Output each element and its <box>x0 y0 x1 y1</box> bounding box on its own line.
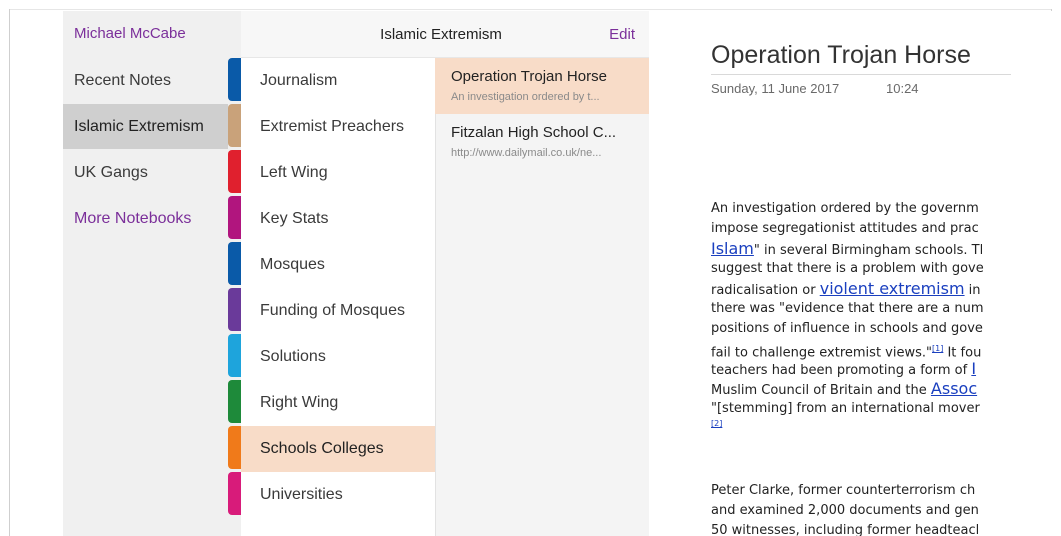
note-canvas[interactable]: Operation Trojan Horse Sunday, 11 June 2… <box>649 11 1052 536</box>
text-line: Muslim Council of Britain and the Assoc <box>711 379 984 399</box>
section-solutions[interactable]: Solutions <box>241 334 435 380</box>
notebooks-panel: Michael McCabe Recent Notes Islamic Extr… <box>63 11 241 536</box>
text-fragment: " in several Birmingham schools. Tl <box>753 243 984 258</box>
text-line: Peter Clarke, former counterterrorism ch <box>711 483 976 498</box>
note-paragraph[interactable]: An investigation ordered by the governm … <box>711 199 984 433</box>
section-mosques[interactable]: Mosques <box>241 242 435 288</box>
sections-header: Islamic Extremism Edit <box>241 11 649 58</box>
note-date: Sunday, 11 June 2017 <box>711 81 840 96</box>
edit-button[interactable]: Edit <box>609 26 635 43</box>
section-tab-color[interactable] <box>228 150 241 193</box>
notebook-recent-notes[interactable]: Recent Notes <box>63 58 228 103</box>
notebook-title: Islamic Extremism <box>380 26 502 43</box>
text-line: radicalisation or violent extremism in <box>711 279 984 299</box>
section-tab-color[interactable] <box>228 472 241 515</box>
text-line: positions of influence in schools and go… <box>711 321 983 336</box>
section-right-wing[interactable]: Right Wing <box>241 380 435 426</box>
page-item[interactable]: Fitzalan High School C... http://www.dai… <box>435 114 649 170</box>
text-fragment: teachers had been promoting a form of <box>711 363 972 378</box>
section-tab-color[interactable] <box>228 288 241 331</box>
violent-extremism-link[interactable]: violent extremism <box>820 279 965 298</box>
text-fragment: in <box>964 283 981 298</box>
page-snippet: http://www.dailymail.co.uk/ne... <box>451 147 602 159</box>
reference-link[interactable]: [2] <box>711 419 722 428</box>
section-tab-color[interactable] <box>228 196 241 239</box>
section-universities[interactable]: Universities <box>241 472 435 518</box>
section-extremist-preachers[interactable]: Extremist Preachers <box>241 104 435 150</box>
title-divider <box>711 74 1011 75</box>
frame-top <box>9 9 1052 10</box>
section-tab-color[interactable] <box>228 380 241 423</box>
islam-link[interactable]: Islam <box>711 239 754 258</box>
text-line: impose segregationist attitudes and prac <box>711 221 979 236</box>
section-tab-color[interactable] <box>228 242 241 285</box>
notebook-uk-gangs[interactable]: UK Gangs <box>63 150 228 195</box>
more-notebooks-link[interactable]: More Notebooks <box>63 196 228 241</box>
text-line: "[stemming] from an international mover <box>711 401 980 416</box>
page-snippet: An investigation ordered by t... <box>451 91 600 103</box>
section-tab-color[interactable] <box>228 104 241 147</box>
section-left-wing[interactable]: Left Wing <box>241 150 435 196</box>
text-line: teachers had been promoting a form of I <box>711 359 984 379</box>
text-line: 50 witnesses, including former headteacl <box>711 523 980 536</box>
note-time: 10:24 <box>886 81 919 96</box>
text-line: [2] <box>711 419 984 433</box>
text-line: and examined 2,000 documents and gen <box>711 503 979 518</box>
page-item[interactable]: Operation Trojan Horse An investigation … <box>435 58 649 114</box>
section-schools-colleges[interactable]: Schools Colleges <box>241 426 435 472</box>
text-line: there was "evidence that there are a num <box>711 301 984 316</box>
section-key-stats[interactable]: Key Stats <box>241 196 435 242</box>
text-fragment: Muslim Council of Britain and the <box>711 383 931 398</box>
note-title[interactable]: Operation Trojan Horse <box>711 41 971 70</box>
text-line: suggest that there is a problem with gov… <box>711 261 984 276</box>
account-name[interactable]: Michael McCabe <box>74 25 186 42</box>
section-tab-color[interactable] <box>228 426 241 469</box>
reference-link[interactable]: [1] <box>932 344 943 353</box>
text-line: An investigation ordered by the governm <box>711 201 979 216</box>
section-journalism[interactable]: Journalism <box>241 58 435 104</box>
text-line: fail to challenge extremist views."[1] I… <box>711 339 984 360</box>
note-paragraph[interactable]: Peter Clarke, former counterterrorism ch… <box>711 481 979 536</box>
section-tab-color[interactable] <box>228 58 241 101</box>
frame-left <box>9 9 10 536</box>
text-fragment: radicalisation or <box>711 283 820 298</box>
page-title: Operation Trojan Horse <box>451 68 607 85</box>
notebook-islamic-extremism[interactable]: Islamic Extremism <box>63 104 228 149</box>
text-line: Islam" in several Birmingham schools. Tl <box>711 239 984 259</box>
association-link[interactable]: Assoc <box>931 379 977 398</box>
islamism-link[interactable]: I <box>971 359 976 378</box>
section-funding-of-mosques[interactable]: Funding of Mosques <box>241 288 435 334</box>
section-tab-color[interactable] <box>228 334 241 377</box>
page-title: Fitzalan High School C... <box>451 124 617 141</box>
